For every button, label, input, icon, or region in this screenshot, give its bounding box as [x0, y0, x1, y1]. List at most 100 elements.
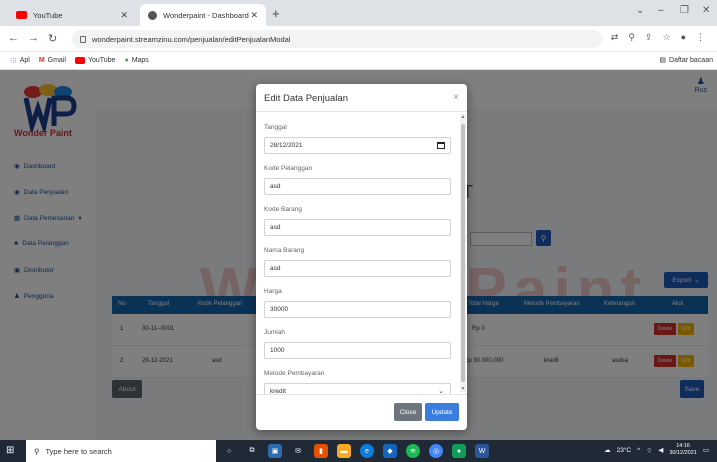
nama-barang-label: Nama Barang [264, 247, 305, 254]
minimize-icon[interactable]: – [658, 5, 664, 16]
chevron-down-icon: ⌄ [438, 388, 444, 394]
bookmark-label: YouTube [87, 57, 116, 64]
close-tab-icon[interactable]: ✕ [250, 10, 258, 21]
taskbar-apps: ○ ⧉ ▣ ✉ ▮ ▬ e ◆ ≋ ◎ ● W [222, 444, 489, 458]
network-icon[interactable]: ⌔ [646, 446, 652, 455]
app-icon[interactable]: ● [452, 444, 466, 458]
maps-icon: ● [124, 57, 129, 64]
chrome-icon[interactable]: ◎ [429, 444, 443, 458]
notifications-icon[interactable]: ▭ [703, 446, 709, 454]
taskbar-search-input[interactable]: ⚲ Type here to search [26, 440, 216, 462]
tab-search-icon[interactable]: ⌄ [636, 5, 644, 16]
bookmark-label: Apl [19, 57, 30, 64]
reading-list-icon: ▤ [659, 57, 667, 64]
kode-pelanggan-input[interactable]: asd [264, 178, 451, 195]
modal-scrollbar[interactable]: ▲ ▼ [460, 114, 466, 392]
file-explorer-icon[interactable]: ▬ [337, 444, 351, 458]
reload-icon[interactable]: ↻ [48, 32, 57, 45]
tab-title: YouTube [33, 10, 63, 20]
apps-icon: ⁝⁝⁝ [10, 57, 17, 65]
bookmark-apps[interactable]: ⁝⁝⁝ Apl [10, 57, 30, 65]
close-icon[interactable]: × [453, 92, 459, 103]
jumlah-label: Jumlah [264, 329, 285, 336]
nama-barang-value: asd [270, 265, 281, 272]
bookmark-gmail[interactable]: M Gmail [39, 57, 66, 64]
temperature: 23°C [616, 446, 632, 454]
weather-icon[interactable]: ☁ [604, 446, 611, 454]
forward-icon[interactable]: → [28, 32, 39, 44]
bookmarks-bar: ⁝⁝⁝ Apl M Gmail YouTube ● Maps ▤ Daftar … [0, 52, 717, 70]
harga-label: Harga [264, 288, 282, 295]
scroll-thumb[interactable] [461, 124, 465, 382]
modal-footer: Close Update [256, 394, 467, 430]
edit-sales-modal: Edit Data Penjualan × Tanggal 28/12/2021… [256, 84, 467, 430]
bookmark-maps[interactable]: ● Maps [124, 57, 148, 64]
task-view-icon[interactable]: ⧉ [245, 444, 259, 458]
lock-icon [80, 35, 86, 43]
close-window-icon[interactable]: ✕ [702, 5, 710, 16]
harga-input[interactable]: 30000 [264, 301, 451, 318]
browser-tab-strip: YouTube ✕ Wonderpaint - Dashboard ✕ + ⌄ … [0, 0, 717, 26]
menu-dots-icon[interactable]: ⋮ [696, 32, 705, 43]
reading-list[interactable]: ▤ Daftar bacaan [659, 56, 713, 65]
tab-wonderpaint[interactable]: Wonderpaint - Dashboard ✕ [140, 4, 266, 26]
back-icon[interactable]: ← [8, 32, 19, 44]
new-tab-button[interactable]: + [272, 6, 280, 21]
windows-start-icon[interactable]: ⊞ [6, 445, 14, 456]
close-button[interactable]: Close [394, 403, 422, 421]
app-icon[interactable]: ◆ [383, 444, 397, 458]
kode-barang-label: Kode Barang [264, 206, 302, 213]
cortana-icon[interactable]: ○ [222, 444, 236, 458]
kode-barang-value: asd [270, 224, 281, 231]
url-text: wonderpaint.streamzinu.com/penjualan/edi… [92, 34, 291, 44]
clock-date: 30/12/2021 [669, 450, 697, 456]
tanggal-date-input[interactable]: 28/12/2021 [264, 137, 451, 154]
bookmark-star-icon[interactable]: ☆ [662, 32, 670, 43]
share-icon[interactable]: ⇪ [645, 32, 653, 43]
youtube-icon [74, 57, 85, 64]
nama-barang-input[interactable]: asd [264, 260, 451, 277]
scroll-down-icon[interactable]: ▼ [460, 386, 466, 392]
harga-value: 30000 [270, 306, 289, 313]
youtube-icon [16, 11, 27, 19]
update-button[interactable]: Update [425, 403, 459, 421]
modal-body: Tanggal 28/12/2021 Kode Pelanggan asd Ko… [256, 112, 460, 394]
jumlah-input[interactable]: 1000 [264, 342, 451, 359]
tray-chevron-up-icon[interactable]: ^ [637, 447, 640, 454]
tanggal-label: Tanggal [264, 124, 287, 131]
calendar-icon[interactable] [437, 142, 445, 149]
modal-title: Edit Data Penjualan [264, 93, 348, 104]
kode-pelanggan-label: Kode Pelanggan [264, 165, 313, 172]
bookmark-label: Gmail [47, 57, 66, 64]
search-icon: ⚲ [34, 446, 40, 456]
zoom-icon[interactable]: ⚲ [628, 32, 635, 43]
windows-taskbar: ⊞ ⚲ Type here to search ○ ⧉ ▣ ✉ ▮ ▬ e ◆ … [0, 440, 717, 462]
spotify-icon[interactable]: ≋ [406, 444, 420, 458]
scroll-up-icon[interactable]: ▲ [460, 114, 466, 120]
mail-icon[interactable]: ✉ [291, 444, 305, 458]
close-tab-icon[interactable]: ✕ [120, 10, 128, 21]
metode-pembayaran-select[interactable]: kredit ⌄ [264, 383, 451, 394]
translate-icon[interactable]: ⇄ [611, 32, 619, 43]
office-icon[interactable]: ▮ [314, 444, 328, 458]
search-placeholder: Type here to search [45, 446, 112, 456]
kode-pelanggan-value: asd [270, 183, 281, 190]
profile-icon[interactable]: ● [681, 32, 686, 43]
store-icon[interactable]: ▣ [268, 444, 282, 458]
edge-icon[interactable]: e [360, 444, 374, 458]
gmail-icon: M [38, 57, 45, 64]
kode-barang-input[interactable]: asd [264, 219, 451, 236]
address-bar-row: ← → ↻ wonderpaint.streamzinu.com/penjual… [0, 26, 717, 52]
url-input[interactable]: wonderpaint.streamzinu.com/penjualan/edi… [72, 30, 602, 48]
bookmark-youtube[interactable]: YouTube [74, 57, 116, 64]
word-icon[interactable]: W [475, 444, 489, 458]
bookmark-label: Maps [131, 57, 149, 64]
browser-actions: ⇄ ⚲ ⇪ ☆ ● ⋮ [611, 32, 705, 43]
restore-icon[interactable]: ❐ [680, 5, 689, 16]
tab-youtube[interactable]: YouTube ✕ [8, 4, 136, 26]
modal-header: Edit Data Penjualan × [256, 84, 467, 112]
jumlah-value: 1000 [270, 347, 285, 354]
volume-icon[interactable]: ◀ [658, 446, 663, 454]
clock[interactable]: 14:16 30/12/2021 [669, 443, 697, 457]
clock-time: 14:16 [676, 443, 690, 449]
